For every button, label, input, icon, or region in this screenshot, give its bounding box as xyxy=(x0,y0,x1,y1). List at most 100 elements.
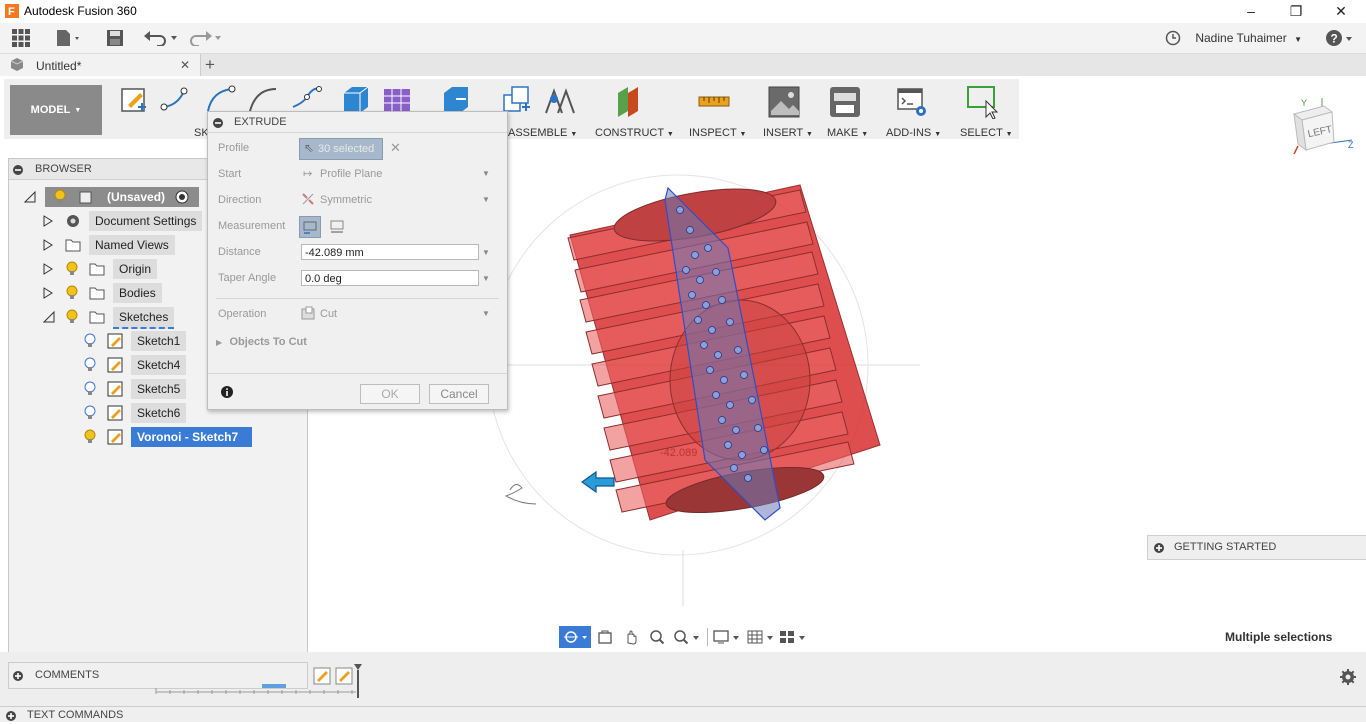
close-tab-icon[interactable]: ✕ xyxy=(180,58,190,72)
objects-to-cut-section[interactable]: ▶ Objects To Cut xyxy=(216,334,416,350)
redo-icon[interactable] xyxy=(188,27,222,49)
3d-print-icon[interactable] xyxy=(828,85,862,119)
help-button[interactable]: ? xyxy=(1325,28,1355,48)
workspace-switcher[interactable]: MODEL ▼ xyxy=(10,85,102,135)
fit-zoom-icon[interactable] xyxy=(671,626,703,648)
apps-grid-icon[interactable] xyxy=(10,27,32,49)
insert-group-label[interactable]: INSERT ▼ xyxy=(763,127,813,139)
expand-triangle-icon[interactable] xyxy=(43,239,53,254)
lightbulb-off-icon[interactable] xyxy=(83,381,97,400)
select-group-label[interactable]: SELECT ▼ xyxy=(960,127,1013,139)
window-title: Autodesk Fusion 360 xyxy=(24,4,137,18)
chevron-down-icon[interactable]: ▼ xyxy=(482,274,490,283)
pan-icon[interactable] xyxy=(619,626,643,648)
component-icon xyxy=(79,190,93,207)
lightbulb-icon[interactable] xyxy=(65,261,79,280)
assemble-group-label[interactable]: ASSEMBLE ▼ xyxy=(508,127,577,139)
cancel-button[interactable]: Cancel xyxy=(429,384,489,404)
create-sketch-icon[interactable] xyxy=(118,85,152,119)
expand-panel-icon[interactable] xyxy=(6,710,16,724)
fusion-logo-icon: F xyxy=(5,4,19,18)
undo-icon[interactable] xyxy=(144,27,178,49)
new-tab-button[interactable]: + xyxy=(205,55,215,75)
measurement-half-length-button[interactable] xyxy=(299,216,321,238)
make-group-label[interactable]: MAKE ▼ xyxy=(827,127,868,139)
tree-item-sketch-selected[interactable]: Voronoi - Sketch7 xyxy=(79,427,307,447)
line-tool-icon[interactable] xyxy=(160,87,194,121)
scripts-addins-icon[interactable] xyxy=(896,85,930,119)
clear-selection-icon[interactable]: ✕ xyxy=(390,140,401,156)
expand-panel-icon[interactable] xyxy=(13,670,23,684)
divider xyxy=(707,628,708,646)
file-menu-icon[interactable] xyxy=(54,27,84,49)
timeline[interactable] xyxy=(150,662,370,702)
symmetric-icon xyxy=(301,192,315,209)
insert-image-icon[interactable] xyxy=(767,85,801,119)
profile-selection[interactable]: ⇖ 30 selected xyxy=(299,138,383,160)
viewcube[interactable]: Y Z LEFT xyxy=(1284,94,1360,164)
start-dropdown[interactable]: ↦ Profile Plane ▼ xyxy=(301,164,491,184)
lightbulb-off-icon[interactable] xyxy=(83,405,97,424)
ok-button[interactable]: OK xyxy=(360,384,420,404)
lightbulb-icon[interactable] xyxy=(65,309,79,328)
lightbulb-icon[interactable] xyxy=(65,285,79,304)
select-tool-icon[interactable] xyxy=(966,85,1000,120)
zoom-icon[interactable] xyxy=(645,626,669,648)
close-button[interactable]: ✕ xyxy=(1318,0,1364,23)
construct-group-label[interactable]: CONSTRUCT ▼ xyxy=(595,127,674,139)
construct-label: CONSTRUCT xyxy=(595,127,664,139)
info-icon[interactable] xyxy=(221,386,233,401)
grid-settings-icon[interactable] xyxy=(745,626,777,648)
taper-angle-input[interactable]: 0.0 deg xyxy=(301,270,479,286)
browser-title: BROWSER xyxy=(35,163,92,175)
lightbulb-off-icon[interactable] xyxy=(83,357,97,376)
collapse-panel-icon[interactable] xyxy=(13,164,23,178)
activate-radio-icon[interactable] xyxy=(175,190,189,207)
restore-button[interactable]: ❐ xyxy=(1273,0,1319,23)
measure-icon[interactable] xyxy=(697,87,731,121)
collapse-triangle-icon[interactable] xyxy=(23,190,36,206)
select-label: SELECT xyxy=(960,127,1003,139)
job-status-icon[interactable] xyxy=(1163,27,1183,49)
addins-group-label[interactable]: ADD-INS ▼ xyxy=(886,127,941,139)
lightbulb-icon[interactable] xyxy=(83,429,97,448)
expand-triangle-icon[interactable] xyxy=(43,215,53,230)
distance-input[interactable]: -42.089 mm xyxy=(301,244,479,260)
divider xyxy=(216,298,499,299)
model-canvas[interactable]: -42.089 xyxy=(480,160,940,610)
document-tab[interactable]: Untitled* ✕ xyxy=(0,54,201,76)
inspect-group-label[interactable]: INSPECT ▼ xyxy=(689,127,746,139)
operation-dropdown[interactable]: Cut ▼ xyxy=(301,304,491,324)
axis-y-label: Y xyxy=(1301,98,1307,108)
lightbulb-icon[interactable] xyxy=(53,189,67,208)
folder-icon xyxy=(65,238,81,255)
save-icon[interactable] xyxy=(104,27,126,49)
document-tab-title: Untitled* xyxy=(36,59,82,73)
look-at-icon[interactable] xyxy=(593,626,617,648)
offset-plane-icon[interactable] xyxy=(614,83,648,117)
measurement-whole-length-button[interactable] xyxy=(327,216,347,236)
user-account-menu[interactable]: Nadine Tuhaimer ▼ xyxy=(1195,31,1302,45)
collapse-triangle-icon[interactable] xyxy=(42,310,55,326)
joint-tool-icon[interactable] xyxy=(542,85,576,119)
orbit-icon[interactable] xyxy=(559,626,591,648)
minimize-button[interactable]: – xyxy=(1228,0,1274,23)
chevron-down-icon: ▼ xyxy=(482,309,490,318)
dialog-header[interactable]: EXTRUDE xyxy=(208,112,507,133)
viewports-icon[interactable] xyxy=(777,626,809,648)
direction-dropdown[interactable]: Symmetric ▼ xyxy=(301,190,491,210)
lightbulb-off-icon[interactable] xyxy=(83,333,97,352)
settings-gear-icon[interactable] xyxy=(1340,669,1356,688)
operation-value: Cut xyxy=(320,308,338,320)
chevron-down-icon[interactable]: ▼ xyxy=(482,248,490,257)
display-settings-icon[interactable] xyxy=(711,626,743,648)
sketch-icon xyxy=(107,405,123,424)
getting-started-panel[interactable]: GETTING STARTED xyxy=(1147,535,1366,560)
expand-panel-icon[interactable] xyxy=(1154,542,1164,556)
collapse-dialog-icon[interactable] xyxy=(213,117,223,131)
operation-label: Operation xyxy=(218,308,267,320)
expand-triangle-icon[interactable] xyxy=(43,263,53,278)
expand-triangle-icon[interactable] xyxy=(43,287,53,302)
text-commands-panel[interactable]: TEXT COMMANDS xyxy=(0,706,1366,722)
chevron-down-icon: ▼ xyxy=(806,131,813,138)
